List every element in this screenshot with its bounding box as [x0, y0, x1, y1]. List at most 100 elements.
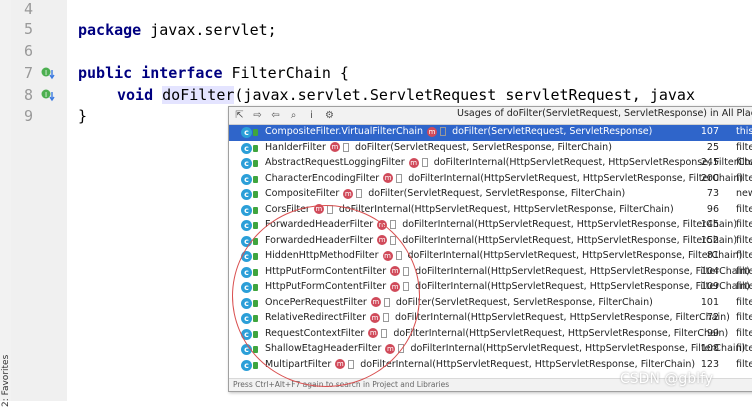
usage-method: doFilterInternal(HttpServletRequest, Htt…: [393, 327, 729, 339]
usage-class: CompositeFilter.VirtualFilterChain: [265, 126, 424, 137]
usage-location: HttpPutFormContentFilter m doFilterInterna…: [265, 266, 750, 277]
usage-class: RequestContextFilter: [265, 327, 365, 339]
method-icon: m: [382, 250, 393, 261]
class-icon: c: [241, 266, 252, 278]
lock-icon: [440, 127, 447, 136]
pin-icon[interactable]: ⇱: [233, 109, 246, 122]
usage-context: this.: [736, 126, 752, 137]
usage-row[interactable]: c HanlderFilter m doFilter(ServletRequest, …: [229, 141, 752, 157]
usage-method: doFilterInternal(HttpServletRequest, Htt…: [407, 250, 743, 261]
info-icon[interactable]: i: [305, 109, 318, 122]
implemented-by-icon[interactable]: I: [41, 88, 55, 102]
doFilter-method-name[interactable]: doFilter: [162, 86, 235, 104]
visibility-icon: [253, 175, 258, 183]
usage-line-number: 109: [700, 281, 719, 292]
find-icon[interactable]: ⌕: [287, 109, 300, 122]
usage-row[interactable]: c CompositeFilter m doFilter(ServletRequest…: [229, 187, 752, 203]
settings-icon[interactable]: ⚙: [323, 109, 336, 122]
usage-row[interactable]: c ForwardedHeaderFilter m doFilterInternal(…: [229, 218, 752, 234]
usage-row[interactable]: c RelativeRedirectFilter m doFilterInternal…: [229, 311, 752, 327]
usage-class: ForwardedHeaderFilter: [265, 219, 374, 230]
class-icon: c: [241, 220, 252, 231]
usage-row[interactable]: c ForwardedHeaderFilter m doFilterInternal(…: [229, 234, 752, 250]
line-number: 4: [23, 0, 33, 18]
line-number: 9: [23, 107, 33, 125]
lock-icon: [342, 142, 349, 152]
usage-row[interactable]: c CompositeFilter.VirtualFilterChain m doFi…: [229, 125, 752, 141]
method-icon: m: [385, 343, 396, 354]
usage-context: filte: [736, 327, 752, 339]
usage-location: HanlderFilter m doFilter(ServletRequest, S…: [265, 142, 612, 153]
usage-location: MultipartFilter m doFilterInternal(HttpSer…: [265, 359, 695, 370]
forward-icon[interactable]: ⇨: [251, 109, 264, 122]
usage-row[interactable]: c AbstractRequestLoggingFilter m doFilterIn…: [229, 156, 752, 172]
class-icon: c: [241, 328, 252, 340]
usage-method: doFilter(ServletRequest, ServletResponse…: [368, 188, 626, 199]
usage-line-number: 152: [700, 234, 719, 246]
method-icon: m: [370, 297, 381, 307]
usage-row[interactable]: c HiddenHttpMethodFilter m doFilterInternal…: [229, 249, 752, 265]
visibility-icon: [253, 191, 258, 198]
visibility-icon: [253, 222, 258, 229]
visibility-icon: [253, 206, 258, 214]
class-icon: c: [241, 142, 252, 154]
lock-icon: [421, 158, 428, 167]
usage-class: HiddenHttpMethodFilter: [265, 250, 379, 261]
editor-gutter: 4 5 6 7 8 9 I I: [11, 0, 67, 401]
lock-icon: [403, 282, 410, 291]
method-icon: m: [370, 312, 381, 323]
usage-row[interactable]: c HttpPutFormContentFilter m doFilterIntern…: [229, 265, 752, 281]
visibility-icon: [253, 129, 258, 136]
class-icon: c: [241, 127, 252, 138]
code-line-5[interactable]: package javax.servlet;: [78, 21, 277, 39]
usage-location: CompositeFilter.VirtualFilterChain m doFil…: [265, 126, 652, 137]
method-icon: m: [329, 142, 340, 152]
usage-location: AbstractRequestLoggingFilter m doFilterInt…: [265, 157, 752, 168]
method-icon: m: [335, 359, 346, 369]
lock-icon: [390, 235, 397, 245]
usage-class: CharacterEncodingFilter: [265, 172, 380, 184]
visibility-icon: [253, 253, 258, 260]
watermark: CSDN @gblfy: [620, 371, 713, 387]
usage-method: doFilterInternal(HttpServletRequest, Htt…: [338, 203, 674, 215]
usage-method: doFilterInternal(HttpServletRequest, Htt…: [402, 234, 738, 246]
visibility-icon: [253, 237, 258, 245]
class-icon: c: [241, 297, 252, 309]
lock-icon: [383, 297, 390, 307]
visibility-icon: [253, 160, 258, 167]
usage-row[interactable]: c OncePerRequestFilter m doFilter(ServletRe…: [229, 296, 752, 312]
usage-context: filte: [736, 203, 752, 215]
back-icon[interactable]: ⇦: [269, 109, 282, 122]
svg-text:I: I: [45, 91, 47, 99]
visibility-icon: [253, 299, 258, 307]
code-line-9[interactable]: }: [78, 107, 87, 125]
line-number: 7: [23, 64, 33, 82]
lock-icon: [396, 173, 403, 183]
usage-line-number: 96: [706, 203, 719, 215]
usage-row[interactable]: c CorsFilter m doFilterInternal(HttpServlet…: [229, 203, 752, 219]
usage-context: filte: [736, 234, 752, 246]
method-icon: m: [377, 235, 388, 245]
usage-method: doFilter(ServletRequest, ServletResponse…: [354, 141, 612, 153]
code-line-7[interactable]: public interface FilterChain {: [78, 64, 349, 82]
favorites-label[interactable]: 2: Favorites: [1, 347, 11, 407]
usage-location: CorsFilter m doFilterInternal(HttpServletR…: [265, 204, 674, 215]
method-icon: m: [377, 219, 388, 230]
usage-location: ShallowEtagHeaderFilter m doFilterInternal…: [265, 343, 745, 354]
usage-class: RelativeRedirectFilter: [265, 312, 367, 323]
code-line-8[interactable]: void doFilter(javax.servlet.ServletReque…: [117, 86, 695, 104]
usage-class: CompositeFilter: [265, 188, 340, 199]
usage-line-number: 25: [706, 141, 719, 153]
svg-text:I: I: [45, 69, 47, 77]
usage-row[interactable]: c CharacterEncodingFilter m doFilterInterna…: [229, 172, 752, 188]
usage-method: doFilter(ServletRequest, ServletResponse…: [452, 126, 653, 137]
implemented-by-icon[interactable]: I: [41, 66, 55, 80]
usage-line-number: 101: [700, 296, 719, 308]
usage-context: filte: [736, 343, 752, 354]
usage-row[interactable]: c RequestContextFilter m doFilterInternal(H…: [229, 327, 752, 343]
usages-popup[interactable]: ⇱ ⇨ ⇦ ⌕ i ⚙ Usages of doFilter(ServletRe…: [228, 106, 752, 392]
usage-class: ShallowEtagHeaderFilter: [265, 343, 382, 354]
usage-row[interactable]: c HttpPutFormContentFilter m doFilterIntern…: [229, 280, 752, 296]
usage-method: doFilterInternal(HttpServletRequest, Htt…: [395, 312, 730, 323]
usage-row[interactable]: c ShallowEtagHeaderFilter m doFilterInterna…: [229, 342, 752, 358]
